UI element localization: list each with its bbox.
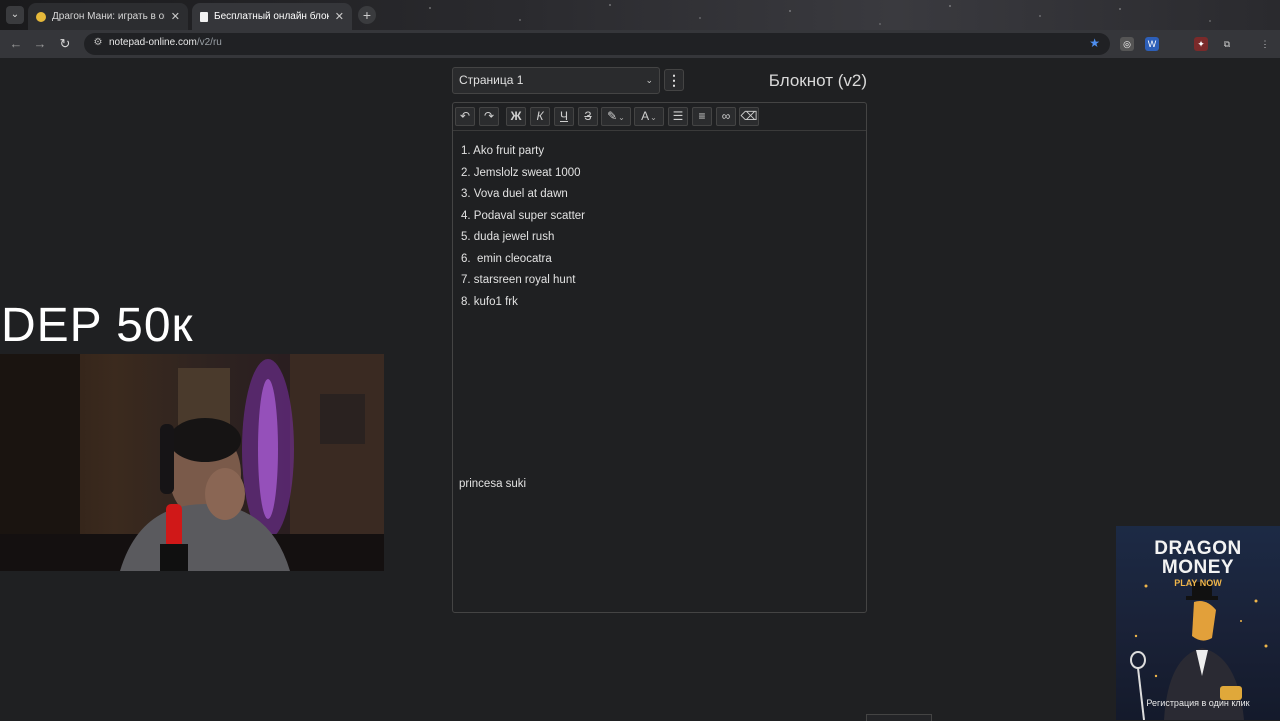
tab-title: Бесплатный онлайн блокнот д — [214, 11, 329, 22]
close-tab-icon[interactable]: ✕ — [335, 10, 344, 23]
tab-dragon-money[interactable]: Драгон Мани: играть в онлайн ✕ — [28, 3, 188, 30]
extension-icon[interactable]: ✦ — [1194, 37, 1208, 51]
page-select-value: Страница 1 — [459, 73, 524, 87]
page-select[interactable]: Страница 1 ⌄ — [452, 67, 660, 94]
list-item[interactable]: 1. Ako fruit party — [461, 141, 585, 163]
ad-play-now[interactable]: PLAY NOW — [1116, 578, 1280, 588]
extension-icon[interactable]: ◎ — [1120, 37, 1134, 51]
ad-title-line2: MONEY — [1161, 557, 1235, 578]
webcam-video — [0, 354, 384, 571]
bold-button[interactable]: Ж — [506, 107, 526, 126]
new-tab-button[interactable]: + — [358, 6, 376, 24]
close-tab-icon[interactable]: ✕ — [171, 10, 180, 23]
forward-arrow-icon[interactable]: → — [32, 36, 48, 52]
reload-icon[interactable]: ↻ — [57, 36, 73, 52]
tab-search-button[interactable]: ⌄ — [6, 6, 24, 24]
tab-notepad[interactable]: Бесплатный онлайн блокнот д ✕ — [192, 3, 352, 30]
underline-button[interactable]: Ч — [554, 107, 574, 126]
numbered-list-button[interactable]: ≡ — [692, 107, 712, 126]
page-menu-button[interactable]: ⋮ — [664, 69, 684, 91]
clear-format-button[interactable]: ⌫ — [739, 107, 759, 126]
address-bar[interactable]: ⚙ notepad-online.com/v2/ru ★ — [84, 33, 1110, 55]
url-text: notepad-online.com/v2/ru — [109, 37, 222, 48]
list-item[interactable]: 8. kufo1 frk — [461, 292, 585, 314]
font-color-button[interactable]: A⌄ — [634, 107, 664, 126]
browser-menu-icon[interactable]: ⋮ — [1258, 37, 1272, 51]
site-info-icon[interactable]: ⚙ — [92, 37, 104, 49]
link-button[interactable]: ∞ — [716, 107, 736, 126]
chevron-down-icon: ⌄ — [645, 75, 653, 85]
list-item[interactable]: 5. duda jewel rush — [461, 227, 585, 249]
editor-text-line[interactable]: princesa suki — [459, 478, 526, 490]
webcam-scene — [0, 354, 384, 571]
bookmark-star-icon[interactable]: ★ — [1089, 36, 1100, 50]
font-color-icon: A — [641, 109, 650, 123]
editor-list: 1. Ako fruit party 2. Jemslolz sweat 100… — [461, 141, 585, 313]
extension-icon[interactable]: W — [1145, 37, 1159, 51]
ad-registration-text[interactable]: Регистрация в один клик — [1116, 698, 1280, 708]
page-title: Блокнот (v2) — [768, 71, 867, 90]
tab-strip: ⌄ Драгон Мани: играть в онлайн ✕ Бесплат… — [0, 0, 1280, 30]
undo-button[interactable]: ↶ — [455, 107, 475, 126]
italic-button[interactable]: К — [530, 107, 550, 126]
deposit-overlay-text: DEP 50к — [1, 299, 194, 352]
extensions-puzzle-icon[interactable]: ⧉ — [1220, 37, 1234, 51]
dragon-money-favicon-icon — [36, 11, 46, 22]
tab-title: Драгон Мани: играть в онлайн — [52, 11, 165, 22]
back-arrow-icon[interactable]: ← — [8, 36, 24, 52]
bullet-list-button[interactable]: ☰ — [668, 107, 688, 126]
list-item[interactable]: 4. Podaval super scatter — [461, 206, 585, 228]
list-item[interactable]: 6. emin cleocatra — [461, 249, 585, 271]
list-item[interactable]: 7. starsreen royal hunt — [461, 270, 585, 292]
brush-icon: ✎ — [607, 109, 618, 123]
browser-toolbar: ← → ↻ ⚙ notepad-online.com/v2/ru ★ ◎ W ✦… — [0, 30, 1280, 58]
notepad-favicon-icon — [200, 11, 208, 22]
editor-toolbar: ↶ ↷ Ж К Ч З ✎⌄ A⌄ ☰ ≡ ∞ ⌫ — [453, 103, 866, 131]
list-item[interactable]: 2. Jemslolz sweat 1000 — [461, 163, 585, 185]
dragon-money-ad[interactable]: DRAGON MONEY PLAY NOW Регистрация в один… — [1116, 526, 1280, 720]
list-item[interactable]: 3. Vova duel at dawn — [461, 184, 585, 206]
highlight-color-button[interactable]: ✎⌄ — [601, 107, 631, 126]
strikethrough-button[interactable]: З — [578, 107, 598, 126]
redo-button[interactable]: ↷ — [479, 107, 499, 126]
notepad-editor[interactable]: ↶ ↷ Ж К Ч З ✎⌄ A⌄ ☰ ≡ ∞ ⌫ 1. Ako fruit p… — [452, 102, 867, 613]
